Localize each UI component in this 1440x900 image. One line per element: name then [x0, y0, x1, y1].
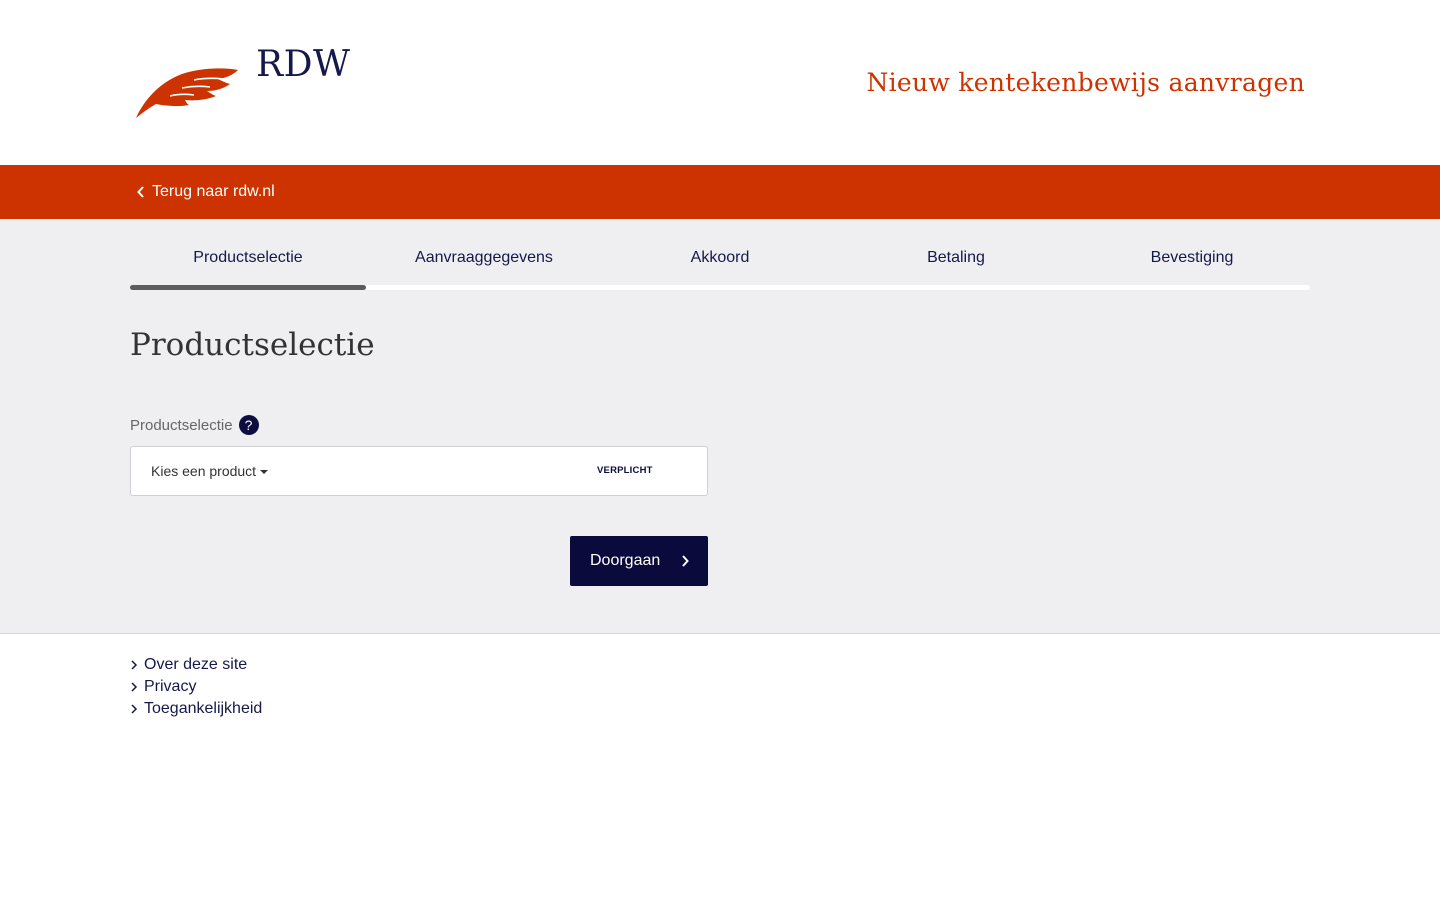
top-navigation-bar: Terug naar rdw.nl	[0, 165, 1440, 219]
step-progress-track	[130, 285, 1310, 290]
footer-link-label: Privacy	[144, 678, 197, 695]
step-bevestiging[interactable]: Bevestiging	[1074, 219, 1310, 291]
back-to-rdw-link[interactable]: Terug naar rdw.nl	[136, 165, 275, 219]
help-icon[interactable]: ?	[238, 415, 259, 435]
footer-link-over-deze-site[interactable]: Over deze site	[130, 654, 262, 676]
step-productselectie[interactable]: Productselectie	[130, 219, 366, 291]
step-betaling[interactable]: Betaling	[838, 219, 1074, 291]
back-link-label: Terug naar rdw.nl	[152, 183, 275, 200]
site-title: Nieuw kentekenbewijs aanvragen	[866, 68, 1305, 97]
continue-button[interactable]: Doorgaan	[570, 536, 708, 586]
product-field-label-text: Productselectie	[130, 416, 233, 434]
continue-button-label: Doorgaan	[590, 552, 661, 569]
product-field-label: Productselectie ?	[130, 415, 259, 435]
caret-down-icon	[260, 470, 269, 475]
step-indicator: Productselectie Aanvraaggegevens Akkoord…	[130, 219, 1310, 291]
step-akkoord[interactable]: Akkoord	[602, 219, 838, 291]
product-select-text: Kies een product	[151, 463, 257, 479]
chevron-right-icon	[131, 660, 138, 670]
chevron-right-icon	[682, 555, 689, 567]
footer-link-toegankelijkheid[interactable]: Toegankelijkheid	[130, 698, 262, 720]
chevron-right-icon	[131, 704, 138, 714]
footer-link-label: Over deze site	[144, 656, 248, 673]
rdw-wing-icon	[136, 68, 238, 118]
brand-name: RDW	[256, 44, 351, 85]
rdw-logo[interactable]: RDW	[134, 44, 354, 124]
site-footer: Over deze site Privacy Toegankelijkheid	[0, 634, 1440, 900]
footer-link-privacy[interactable]: Privacy	[130, 676, 262, 698]
footer-link-label: Toegankelijkheid	[144, 700, 263, 717]
footer-links: Over deze site Privacy Toegankelijkheid	[130, 654, 262, 720]
chevron-right-icon	[131, 682, 138, 692]
required-badge: VERPLICHT	[597, 465, 653, 476]
page-title: Productselectie	[130, 327, 375, 363]
site-header: RDW Nieuw kentekenbewijs aanvragen	[0, 0, 1440, 165]
step-progress-fill	[130, 285, 366, 290]
main-content: Productselectie Aanvraaggegevens Akkoord…	[0, 219, 1440, 634]
product-select-value: Kies een product	[151, 463, 269, 479]
product-select[interactable]: Kies een product VERPLICHT	[130, 446, 708, 496]
step-aanvraaggegevens[interactable]: Aanvraaggegevens	[366, 219, 602, 291]
chevron-left-icon	[137, 186, 144, 198]
